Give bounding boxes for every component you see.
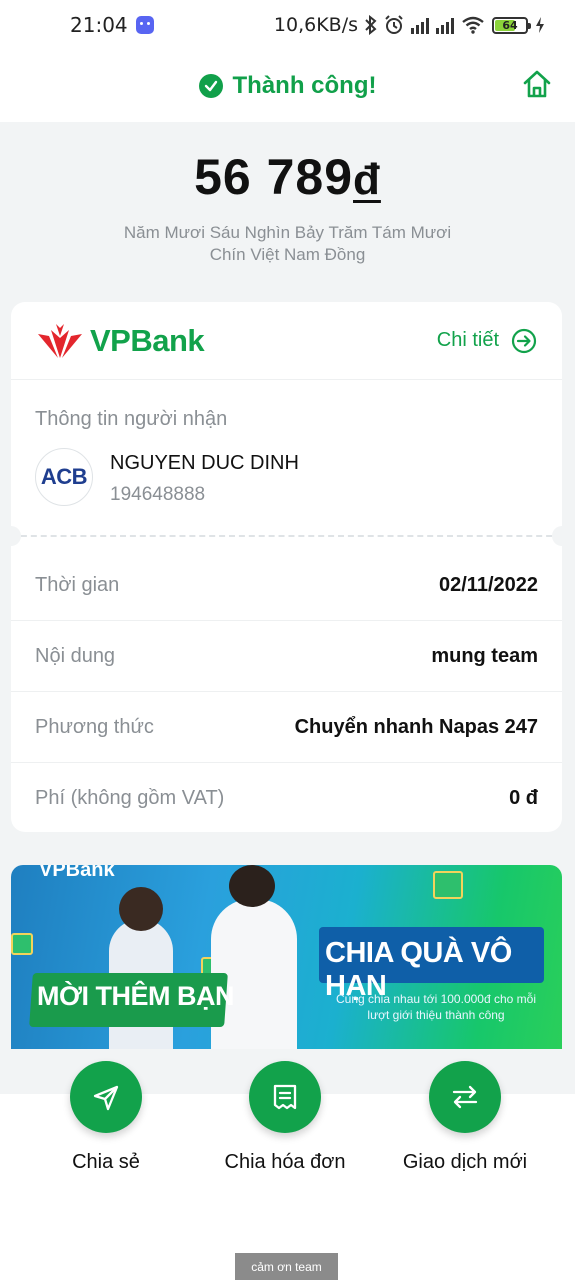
recipient-bank-logo-text: ACB xyxy=(40,464,88,489)
detail-row-fee: Phí (không gồm VAT) 0 đ xyxy=(11,763,562,832)
title-text: Thành công! xyxy=(232,72,377,99)
gift-box-icon xyxy=(11,933,33,955)
new-transaction-button[interactable] xyxy=(429,1061,501,1133)
success-title: Thành công! xyxy=(198,72,377,100)
row-label: Phương thức xyxy=(35,715,154,738)
charging-icon xyxy=(536,17,544,33)
row-value: 0 đ xyxy=(509,787,538,809)
recipient-label: Thông tin người nhận xyxy=(35,408,228,430)
recipient-name: NGUYEN DUC DINH xyxy=(110,452,299,474)
share-button[interactable] xyxy=(70,1061,142,1133)
amount-in-words: Năm Mươi Sáu Nghìn Bảy Trăm Tám Mươi Chí… xyxy=(123,223,452,264)
arrow-right-circle-icon xyxy=(511,328,537,353)
recipient-account: 194648888 xyxy=(110,484,206,505)
detail-label: Chi tiết xyxy=(436,329,499,351)
action-label: Giao dịch mới xyxy=(402,1151,528,1173)
row-label: Nội dung xyxy=(35,644,116,667)
row-label: Phí (không gồm VAT) xyxy=(35,787,225,809)
recipient-bank-logo: ACB xyxy=(35,448,93,506)
amount-value: 56 789 xyxy=(194,149,354,205)
status-indicators: 10,6KB/s 64 xyxy=(274,14,545,36)
signal-icon xyxy=(411,17,429,34)
toast-message: cảm ơn team xyxy=(235,1253,338,1280)
amount-currency: đ xyxy=(353,155,381,204)
card-notch-left xyxy=(11,526,21,546)
status-bar: 21:04 10,6KB/s 64 xyxy=(0,0,575,50)
check-circle-icon xyxy=(198,74,223,98)
detail-row-method: Phương thức Chuyển nhanh Napas 247 xyxy=(11,692,562,763)
action-label: Chia sẻ xyxy=(72,1151,140,1173)
new-transaction-action[interactable]: Giao dịch mới xyxy=(385,1061,545,1174)
status-time: 21:04 xyxy=(70,13,128,37)
split-bill-action[interactable]: Chia hóa đơn xyxy=(205,1061,365,1174)
alarm-icon xyxy=(385,15,403,34)
gift-box-icon xyxy=(433,871,463,899)
battery-level: 64 xyxy=(502,18,518,32)
discord-icon xyxy=(135,16,154,34)
wifi-icon xyxy=(462,16,484,34)
share-action[interactable]: Chia sẻ xyxy=(26,1061,186,1174)
amount: 56 789đ xyxy=(0,148,575,206)
row-label: Thời gian xyxy=(35,573,120,596)
dashed-divider xyxy=(11,535,562,537)
battery-icon: 64 xyxy=(492,16,531,34)
detail-row-content: Nội dung mung team xyxy=(11,621,562,692)
signal-icon xyxy=(436,17,454,34)
detail-row-time: Thời gian 02/11/2022 xyxy=(11,550,562,621)
person-woman-head xyxy=(119,887,163,931)
action-label: Chia hóa đơn xyxy=(224,1151,346,1173)
swap-icon xyxy=(452,1085,478,1109)
vpbank-flower-icon xyxy=(38,323,82,358)
bank-name: VPBank xyxy=(90,322,205,358)
bluetooth-icon xyxy=(365,15,377,35)
home-icon[interactable] xyxy=(521,68,553,100)
person-man-head xyxy=(229,865,275,907)
network-speed: 10,6KB/s xyxy=(273,14,358,36)
row-value: Chuyển nhanh Napas 247 xyxy=(294,715,538,738)
split-bill-button[interactable] xyxy=(249,1061,321,1133)
row-value: mung team xyxy=(431,644,538,667)
send-icon xyxy=(93,1085,119,1111)
vpbank-logo: VPBank xyxy=(36,322,205,360)
promo-banner[interactable]: VPBank MỜI THÊM BẠN CHIA QUÀ VÔ HẠN Cùng… xyxy=(11,865,562,1049)
banner-invite: MỜI THÊM BẠN xyxy=(37,981,235,1011)
detail-link[interactable]: Chi tiết xyxy=(437,328,537,354)
banner-brand: VPBank xyxy=(39,865,115,881)
card-notch-right xyxy=(552,526,562,546)
card-header: VPBank Chi tiết xyxy=(11,302,562,380)
receipt-icon xyxy=(273,1084,297,1110)
row-value: 02/11/2022 xyxy=(439,573,538,596)
transaction-card: VPBank Chi tiết Thông tin người nhận ACB… xyxy=(11,302,562,832)
banner-subtitle: Cùng chia nhau tới 100.000đ cho mỗi lượt… xyxy=(335,992,536,1022)
header: Thành công! xyxy=(0,50,575,122)
